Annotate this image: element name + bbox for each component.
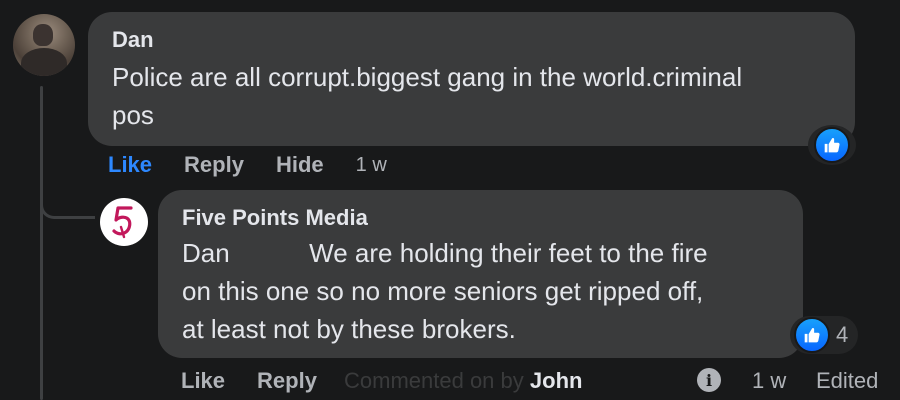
comment-author[interactable]: Dan: [112, 26, 831, 54]
reply-button[interactable]: Reply: [257, 368, 317, 394]
like-reaction-icon: [794, 317, 830, 353]
mention-tag[interactable]: Dan: [182, 238, 230, 268]
reply-bubble: Five Points Media Dan We are holding the…: [158, 190, 803, 358]
reply-reaction[interactable]: 4: [790, 316, 859, 354]
reply-author[interactable]: Five Points Media: [182, 204, 779, 232]
avatar-five-points-media[interactable]: [100, 198, 148, 246]
hide-button[interactable]: Hide: [276, 152, 324, 178]
comment-text: Police are all corrupt.biggest gang in t…: [112, 62, 743, 130]
reply-connector: [40, 170, 95, 219]
like-button[interactable]: Like: [108, 152, 152, 178]
like-reaction-icon: [814, 127, 850, 163]
reply-timestamp[interactable]: 1 w: [752, 366, 786, 396]
avatar-head: [33, 24, 53, 46]
reply-text: Dan We are holding their feet to the fir…: [182, 234, 779, 348]
reply-actions: Like Reply: [181, 366, 349, 396]
info-icon[interactable]: i: [697, 368, 721, 392]
avatar-shoulders: [21, 48, 67, 76]
commented-by-name[interactable]: John: [530, 368, 583, 393]
thread-line: [40, 86, 43, 400]
comment-actions: Like Reply Hide 1 w: [108, 150, 387, 180]
edited-label[interactable]: Edited: [816, 366, 878, 396]
thumbs-up-icon: [824, 137, 840, 153]
comment-bubble: Dan Police are all corrupt.biggest gang …: [88, 12, 855, 146]
five-points-logo-icon: [112, 206, 133, 239]
thumbs-up-icon: [804, 327, 820, 343]
comment-reaction[interactable]: [808, 125, 856, 165]
commented-by: Commented on by John: [344, 366, 582, 396]
comment-timestamp[interactable]: 1 w: [356, 154, 387, 177]
mention-gap: [230, 238, 309, 268]
avatar-dan[interactable]: [13, 14, 75, 76]
reply-button[interactable]: Reply: [184, 152, 244, 178]
commented-by-label: Commented on by: [344, 368, 524, 393]
like-button[interactable]: Like: [181, 368, 225, 394]
reaction-count: 4: [836, 322, 849, 347]
